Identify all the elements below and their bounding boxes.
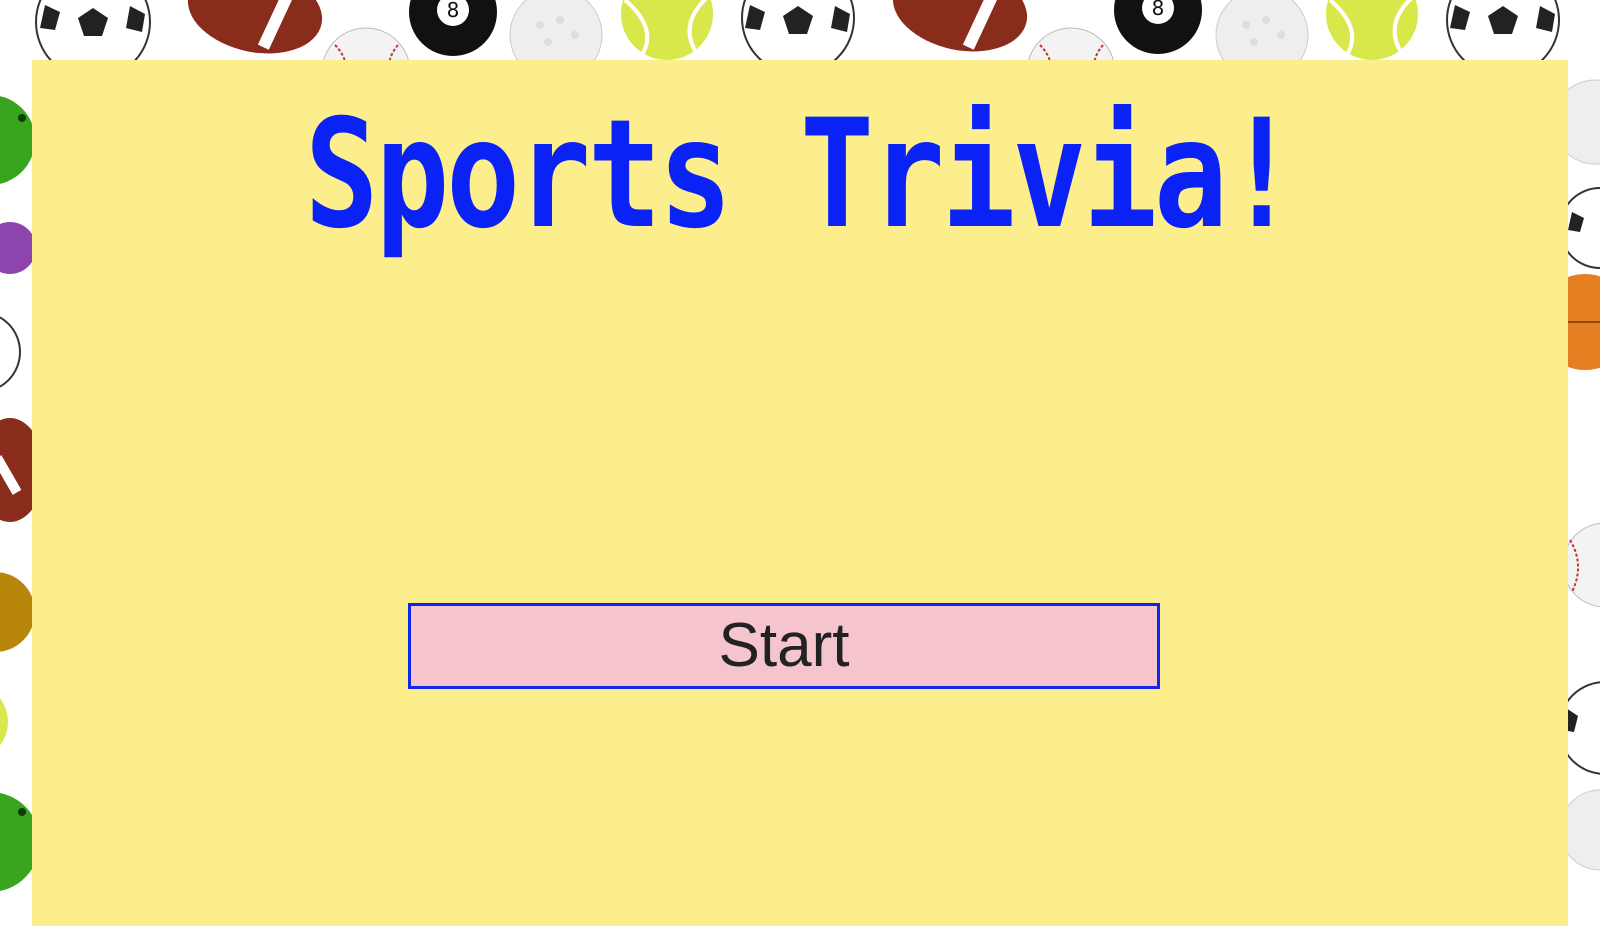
trivia-panel: Sports Trivia! Start bbox=[32, 60, 1568, 926]
svg-text:8: 8 bbox=[447, 0, 460, 22]
football-icon bbox=[892, 0, 1028, 52]
game-title: Sports Trivia! bbox=[304, 88, 1299, 262]
billiard-ball-icon bbox=[0, 572, 35, 652]
svg-text:8: 8 bbox=[1152, 0, 1165, 20]
billiard-ball-icon bbox=[0, 222, 36, 274]
football-icon bbox=[187, 0, 323, 54]
eight-ball-icon: 8 bbox=[409, 0, 497, 56]
baseball-icon bbox=[1562, 522, 1600, 608]
tennis-ball-icon bbox=[0, 698, 8, 746]
soccer-ball-icon bbox=[0, 316, 21, 388]
eight-ball-icon: 8 bbox=[1114, 0, 1202, 54]
start-button[interactable]: Start bbox=[408, 603, 1160, 689]
tennis-ball-icon bbox=[1326, 0, 1418, 60]
tennis-ball-icon bbox=[621, 0, 713, 60]
bowling-ball-icon bbox=[0, 96, 35, 184]
